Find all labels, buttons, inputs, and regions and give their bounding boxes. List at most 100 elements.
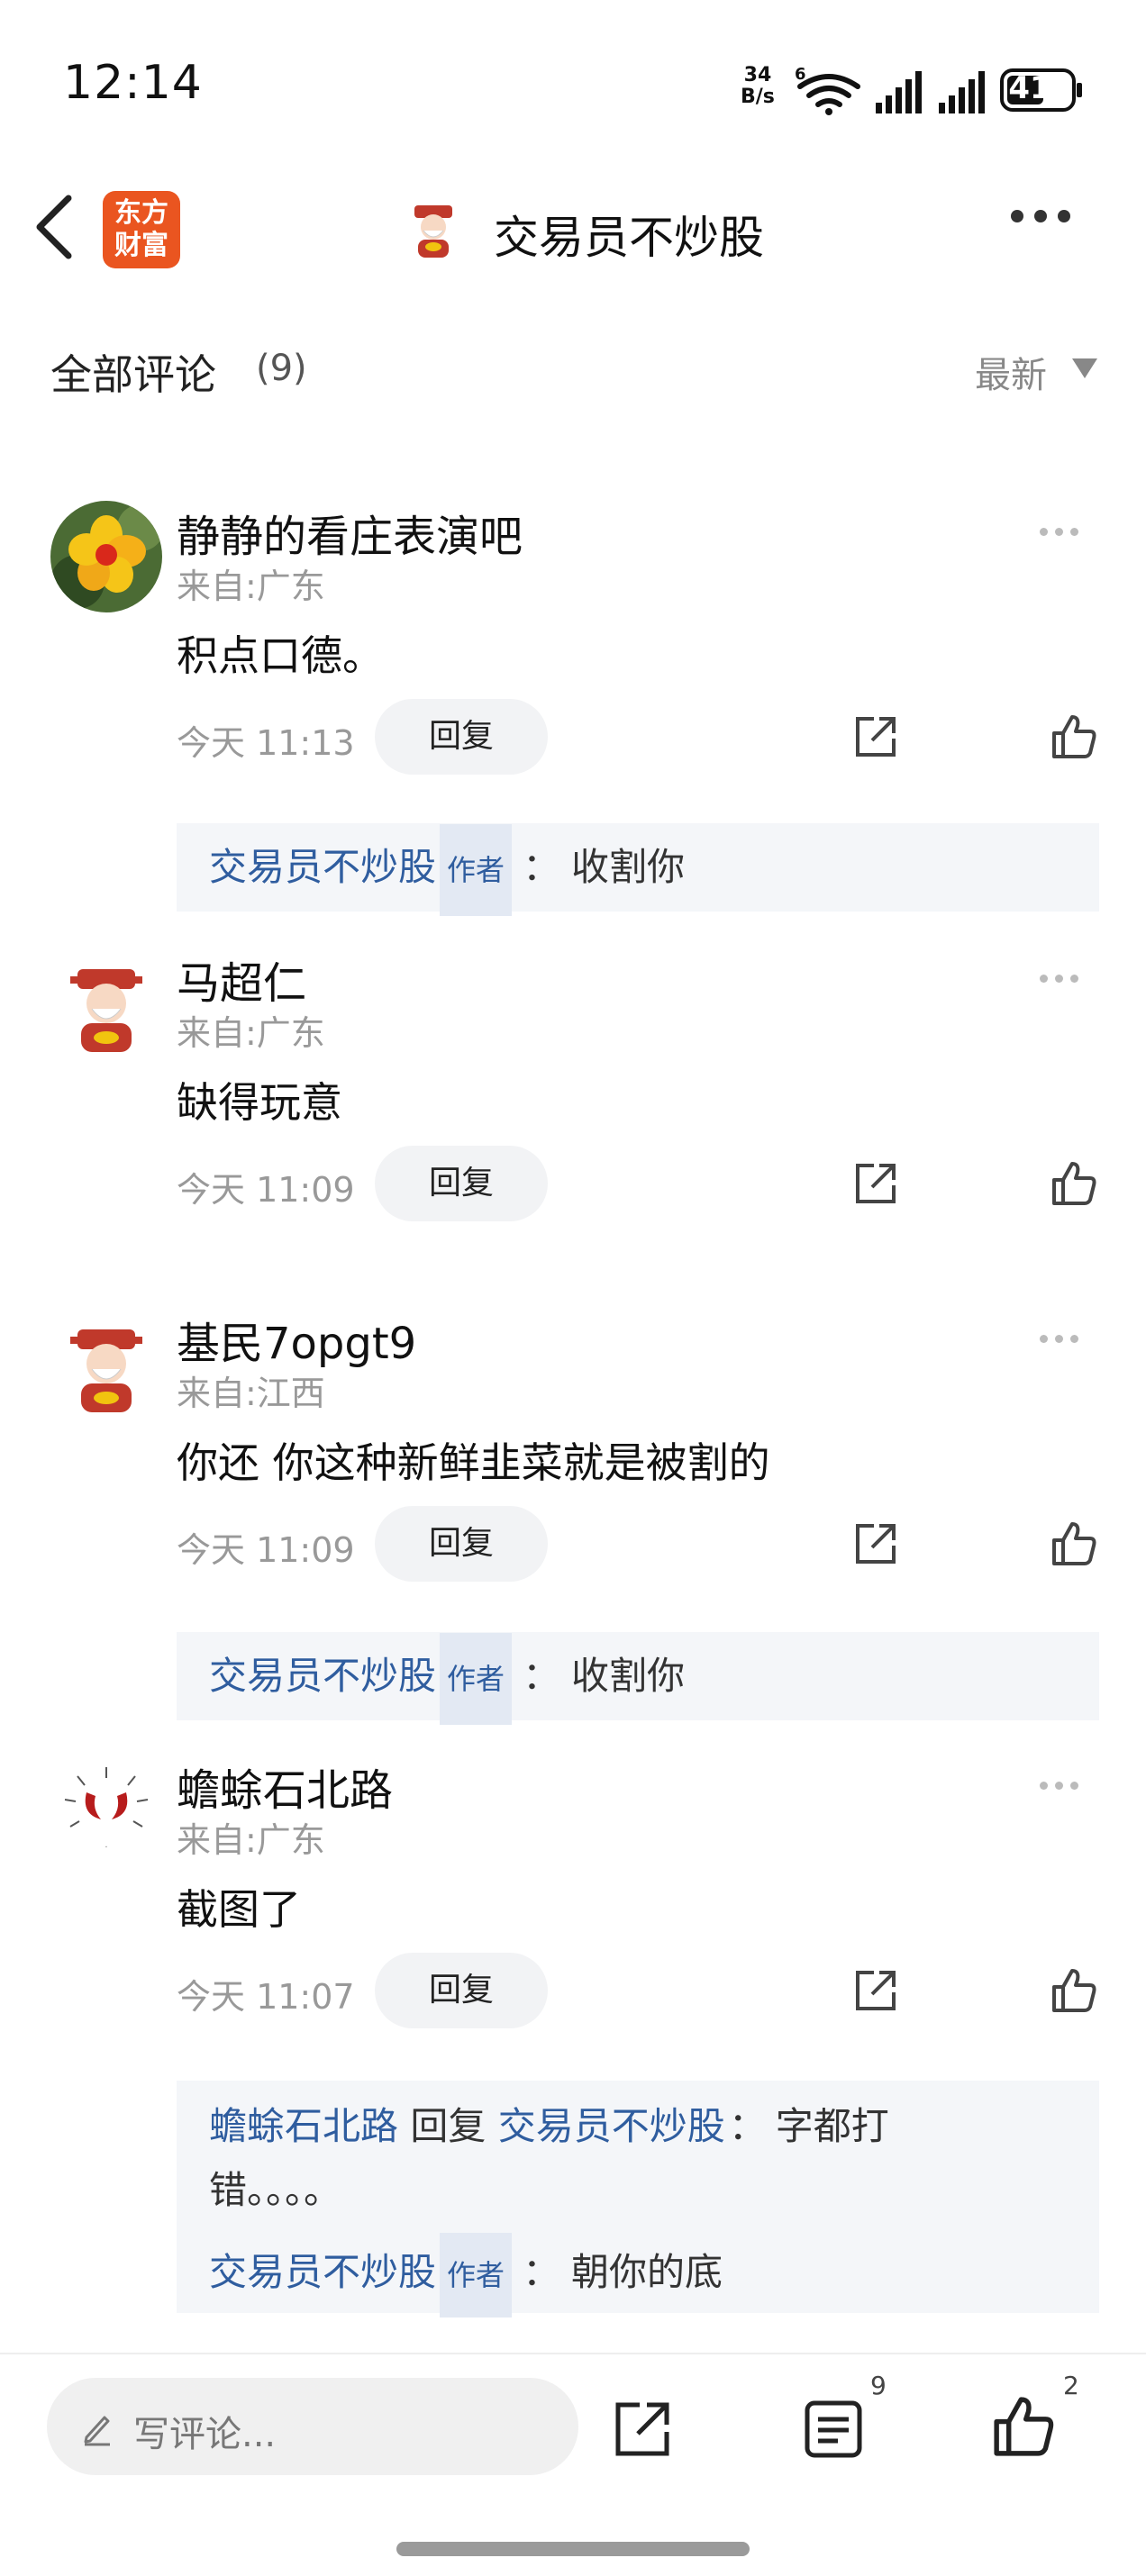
reply-block[interactable]: 交易员不炒股 作者：收割你 — [177, 823, 1099, 916]
more-dot-icon — [1055, 528, 1063, 536]
comment-location: 来自:广东 — [177, 1013, 325, 1053]
reply-text: 朝你的底 — [571, 2250, 723, 2294]
more-dot-icon — [1070, 1335, 1078, 1343]
more-dot-icon — [1070, 975, 1078, 983]
comment-avatar[interactable] — [50, 951, 162, 1063]
reply-separator: ： — [523, 845, 561, 889]
cellular-signal-icon-2 — [939, 71, 985, 113]
comment-count: (9) — [256, 348, 307, 389]
battery-level: 41 — [1008, 70, 1051, 106]
like-button[interactable] — [1049, 1965, 1099, 2016]
like-button[interactable] — [1049, 1158, 1099, 1209]
comment-more-button[interactable] — [1040, 522, 1094, 540]
sort-selector[interactable]: 最新 — [975, 346, 1047, 398]
bottom-bar-divider — [0, 2353, 1146, 2354]
comment-time: 今天 11:13 — [177, 723, 355, 763]
comment-author[interactable]: 静静的看庄表演吧 — [177, 501, 523, 564]
reply-button[interactable]: 回复 — [375, 1953, 548, 2028]
reply-text: 收割你 — [571, 845, 686, 889]
reply-separator: ： — [523, 2250, 561, 2294]
reply-author[interactable]: 交易员不炒股 — [209, 1654, 436, 1698]
thumbs-up-icon — [1052, 715, 1096, 758]
share-button[interactable] — [850, 712, 901, 762]
reply-block[interactable]: 蟾蜍石北路 回复 交易员不炒股： 字都打 错。。。。 交易员不炒股 作者：朝你的底 — [177, 2081, 1099, 2317]
more-dot-icon — [1070, 528, 1078, 536]
share-button[interactable] — [850, 1519, 901, 1569]
comment-author[interactable]: 蟾蜍石北路 — [177, 1755, 393, 1818]
more-dot-icon — [1040, 528, 1048, 536]
status-time: 12:14 — [63, 56, 203, 110]
share-icon — [856, 1971, 896, 2010]
back-button[interactable] — [27, 191, 81, 263]
share-icon — [615, 2402, 669, 2456]
bottom-share-button[interactable] — [611, 2398, 674, 2461]
comment-avatar[interactable]: · — [50, 1756, 162, 1868]
like-button[interactable] — [1049, 1519, 1099, 1569]
write-comment-placeholder[interactable]: 写评论... — [133, 2405, 276, 2457]
comment-time: 今天 11:09 — [177, 1530, 355, 1570]
comment-more-button[interactable] — [1040, 1329, 1094, 1347]
comment-more-button[interactable] — [1040, 1776, 1094, 1794]
comment-more-button[interactable] — [1040, 969, 1094, 987]
reply-button[interactable]: 回复 — [375, 699, 548, 775]
flower-avatar-icon — [50, 501, 162, 612]
reply-target[interactable]: 交易员不炒股 — [498, 2104, 725, 2148]
back-arrow-icon — [36, 195, 72, 259]
more-dot-icon — [1058, 210, 1070, 222]
reply-author[interactable]: 交易员不炒股 — [209, 845, 436, 889]
section-title: 全部评论 — [50, 350, 216, 399]
more-options-button[interactable] — [1011, 209, 1092, 245]
svg-text:·: · — [105, 1843, 107, 1853]
share-icon — [856, 1164, 896, 1203]
reply-block[interactable]: 交易员不炒股 作者：收割你 — [177, 1632, 1099, 1725]
share-button[interactable] — [850, 1965, 901, 2016]
nested-reply[interactable]: 蟾蜍石北路 回复 交易员不炒股： 字都打 错。。。。 — [209, 2099, 1067, 2227]
reply-text: 收割你 — [571, 1654, 686, 1698]
author-badge: 作者 — [440, 824, 513, 916]
comment-text: 截图了 — [177, 1885, 301, 1934]
pencil-icon — [81, 2410, 114, 2450]
reply-button[interactable]: 回复 — [375, 1146, 548, 1221]
thumbs-up-icon — [1052, 1162, 1096, 1205]
more-dot-icon — [1055, 1335, 1063, 1343]
reply-button[interactable]: 回复 — [375, 1506, 548, 1582]
comment-count-badge: 9 — [870, 2371, 887, 2400]
sort-dropdown-icon[interactable] — [1072, 358, 1097, 378]
header-avatar[interactable] — [404, 200, 463, 259]
comment-avatar[interactable] — [50, 1311, 162, 1423]
comment-author[interactable]: 基民7opgt9 — [177, 1308, 416, 1371]
thumbs-up-icon — [994, 2397, 1054, 2456]
app-logo: 东方 财富 — [103, 191, 180, 268]
reply-text-continued: 错。。。。 — [209, 2168, 342, 2212]
home-indicator[interactable] — [396, 2542, 750, 2556]
reply-author[interactable]: 蟾蜍石北路 — [209, 2104, 398, 2148]
more-dot-icon — [1070, 1782, 1078, 1790]
comment-avatar[interactable] — [50, 501, 162, 612]
comment-list-button[interactable] — [802, 2398, 865, 2461]
network-speed-value: 34 — [743, 64, 772, 86]
more-dot-icon — [1034, 210, 1047, 222]
share-icon — [856, 717, 896, 757]
comment-text: 缺得玩意 — [177, 1078, 342, 1127]
thumbs-up-icon — [1052, 1969, 1096, 2012]
more-dot-icon — [1040, 975, 1048, 983]
comment-time: 今天 11:07 — [177, 1977, 355, 2017]
reply-author[interactable]: 交易员不炒股 — [209, 2250, 436, 2294]
share-button[interactable] — [850, 1158, 901, 1209]
comment-time: 今天 11:09 — [177, 1170, 355, 1210]
comment-author[interactable]: 马超仁 — [177, 948, 306, 1011]
cellular-signal-icon-1 — [876, 71, 922, 113]
thumbs-up-icon — [1052, 1522, 1096, 1565]
fortune-god-avatar-icon — [404, 200, 463, 259]
fortune-god-avatar-icon — [50, 1311, 162, 1423]
wifi-icon: 6 — [795, 65, 860, 115]
comment-text: 积点口德。 — [177, 631, 384, 680]
comment-list-icon — [805, 2400, 862, 2458]
network-speed-unit: B/s — [741, 86, 775, 108]
reply-separator: ： — [728, 2104, 767, 2148]
like-button[interactable] — [1049, 712, 1099, 762]
write-comment-input[interactable] — [47, 2378, 578, 2475]
author-reply[interactable]: 交易员不炒股 作者：朝你的底 — [209, 2232, 1067, 2321]
more-dot-icon — [1011, 210, 1023, 222]
bottom-like-button[interactable] — [989, 2392, 1058, 2461]
